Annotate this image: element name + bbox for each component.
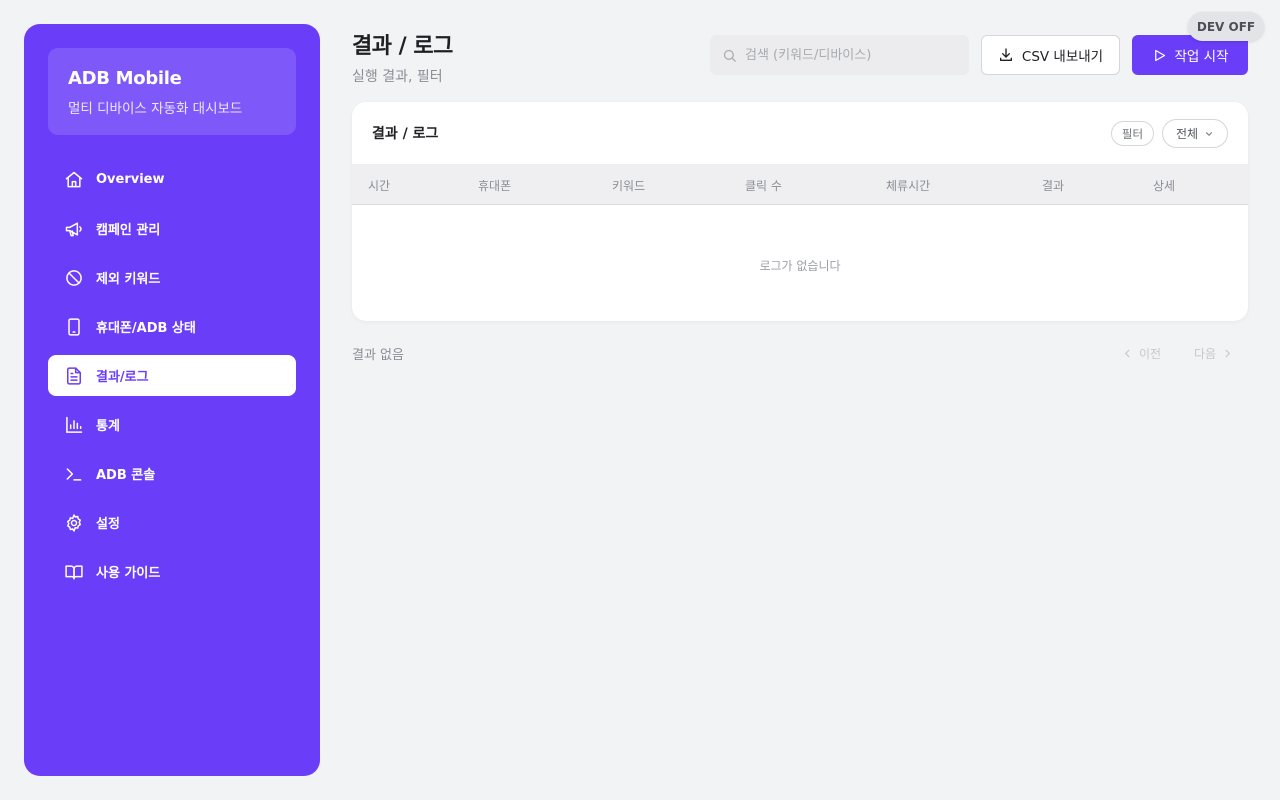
sidebar: ADB Mobile 멀티 디바이스 자동화 대시보드 Overview 캠페인… xyxy=(24,24,320,776)
column-header-phone: 휴대폰 xyxy=(478,179,512,193)
csv-export-button[interactable]: CSV 내보내기 xyxy=(981,35,1120,75)
bar-chart-icon xyxy=(66,416,83,433)
csv-export-label: CSV 내보내기 xyxy=(1021,49,1104,65)
column-header-time: 시간 xyxy=(368,179,391,193)
sidebar-item-label: 휴대폰/ADB 상태 xyxy=(96,321,196,336)
home-icon xyxy=(65,171,83,187)
megaphone-icon xyxy=(65,221,82,236)
filter-button[interactable]: 필터 xyxy=(1111,121,1154,146)
document-icon xyxy=(67,366,81,385)
page-subtitle: 실행 결과, 필터 xyxy=(352,69,443,85)
sidebar-item-statistics[interactable]: 통계 xyxy=(48,404,296,445)
sidebar-item-guide[interactable]: 사용 가이드 xyxy=(48,551,296,592)
sidebar-item-results-logs[interactable]: 결과/로그 xyxy=(48,355,296,396)
brand-title: ADB Mobile xyxy=(68,68,182,89)
column-header-result: 결과 xyxy=(1042,179,1065,193)
terminal-icon xyxy=(66,467,82,481)
select-value: 전체 xyxy=(1175,127,1199,141)
sidebar-item-excluded-keywords[interactable]: 제외 키워드 xyxy=(48,257,296,298)
search-box[interactable] xyxy=(710,35,969,75)
sidebar-item-label: 통계 xyxy=(96,419,120,434)
search-input[interactable] xyxy=(745,47,955,63)
start-job-button[interactable]: 작업 시작 xyxy=(1132,35,1248,75)
column-header-detail: 상세 xyxy=(1153,179,1176,193)
column-header-clicks: 클릭 수 xyxy=(745,179,782,193)
brand-block: ADB Mobile 멀티 디바이스 자동화 대시보드 xyxy=(48,48,296,135)
next-page-label: 다음 xyxy=(1194,347,1217,361)
empty-state-text: 로그가 없습니다 xyxy=(759,259,841,273)
sidebar-nav: Overview 캠페인 관리 제외 키워드 휴대폰/ADB 상태 결과/로그 … xyxy=(48,159,296,592)
start-job-label: 작업 시작 xyxy=(1174,49,1229,65)
column-header-keyword: 키워드 xyxy=(612,179,646,193)
page-title: 결과 / 로그 xyxy=(352,34,453,59)
sidebar-item-label: 제외 키워드 xyxy=(96,272,161,287)
brand-subtitle: 멀티 디바이스 자동화 대시보드 xyxy=(68,101,243,117)
book-icon xyxy=(65,564,83,579)
download-icon xyxy=(999,48,1012,61)
result-count: 결과 없음 xyxy=(352,348,404,363)
sidebar-item-phone-status[interactable]: 휴대폰/ADB 상태 xyxy=(48,306,296,347)
sidebar-item-settings[interactable]: 설정 xyxy=(48,502,296,543)
sidebar-item-label: 사용 가이드 xyxy=(96,566,161,581)
prev-page-label: 이전 xyxy=(1139,347,1162,361)
sidebar-item-overview[interactable]: Overview xyxy=(48,159,296,200)
sidebar-item-label: 설정 xyxy=(96,517,120,532)
sidebar-item-label: 캠페인 관리 xyxy=(96,223,161,238)
sidebar-item-adb-console[interactable]: ADB 콘솔 xyxy=(48,453,296,494)
table-header: 시간 휴대폰 키워드 클릭 수 체류시간 결과 상세 xyxy=(352,164,1248,205)
next-page-button[interactable]: 다음 xyxy=(1194,345,1233,362)
phone-icon xyxy=(68,317,80,336)
result-filter-select[interactable]: 전체 xyxy=(1162,119,1228,148)
play-icon xyxy=(1154,49,1165,61)
sidebar-item-label: 결과/로그 xyxy=(96,370,149,385)
card-title: 결과 / 로그 xyxy=(372,126,439,142)
search-icon xyxy=(723,49,736,62)
chevron-left-icon xyxy=(1125,349,1130,358)
sidebar-item-campaigns[interactable]: 캠페인 관리 xyxy=(48,208,296,249)
chevron-down-icon xyxy=(1206,131,1213,136)
chevron-right-icon xyxy=(1225,349,1230,358)
card-header: 결과 / 로그 필터 전체 xyxy=(352,102,1248,164)
results-log-card: 결과 / 로그 필터 전체 시간 휴대폰 키워드 클릭 수 체류시간 결과 상세… xyxy=(352,102,1248,321)
sidebar-item-label: ADB 콘솔 xyxy=(96,468,156,483)
pagination-footer: 결과 없음 이전 다음 xyxy=(352,344,1248,364)
prev-page-button[interactable]: 이전 xyxy=(1122,345,1161,362)
sidebar-item-label: Overview xyxy=(96,172,165,187)
column-header-dwell-time: 체류시간 xyxy=(886,179,931,193)
ban-icon xyxy=(66,269,82,286)
dev-mode-badge[interactable]: DEV OFF xyxy=(1188,12,1264,41)
gear-icon xyxy=(67,513,81,532)
